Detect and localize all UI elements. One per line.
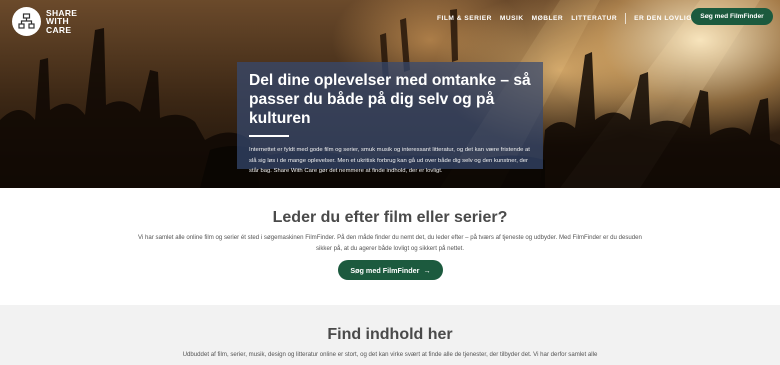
nav-item-film-serier[interactable]: FILM & SERIER [437,15,492,22]
logo-network-icon [12,7,41,36]
nav-item-litteratur[interactable]: LITTERATUR [571,15,617,22]
site-logo[interactable]: SHARE WITH CARE [12,7,77,36]
nav-item-er-den-lovlig[interactable]: ER DEN LOVLIG? [634,15,696,22]
nav-item-musik[interactable]: MUSIK [500,15,524,22]
nav-filmfinder-button[interactable]: Søg med FilmFinder [691,8,773,25]
hero-title: Del dine oplevelser med omtanke – så pas… [249,72,531,127]
hero-divider [249,135,289,137]
find-content-section: Find indhold her Udbuddet af film, serie… [0,305,780,365]
hero-section: SHARE WITH CARE FILM & SERIER MUSIK MØBL… [0,0,780,188]
arrow-right-icon: → [423,265,431,275]
section-description: Vi har samlet alle online film og serier… [138,234,642,252]
logo-text: SHARE WITH CARE [46,7,78,35]
section-title: Find indhold her [327,326,453,343]
hero-text-box: Del dine oplevelser med omtanke – så pas… [237,62,543,174]
button-label: Søg med FilmFinder [350,265,420,275]
filmfinder-section: Leder du efter film eller serier? Vi har… [0,188,780,305]
nav-divider [625,13,627,24]
hero-description: Internettet er fyldt med gode film og se… [249,147,530,174]
section-description: Udbuddet af film, serier, musik, design … [182,351,598,358]
filmfinder-search-button[interactable]: Søg med FilmFinder → [338,260,443,280]
section-title: Leder du efter film eller serier? [272,209,508,226]
nav-item-mobler[interactable]: MØBLER [532,15,564,22]
main-nav: FILM & SERIER MUSIK MØBLER LITTERATUR ER… [437,13,724,24]
